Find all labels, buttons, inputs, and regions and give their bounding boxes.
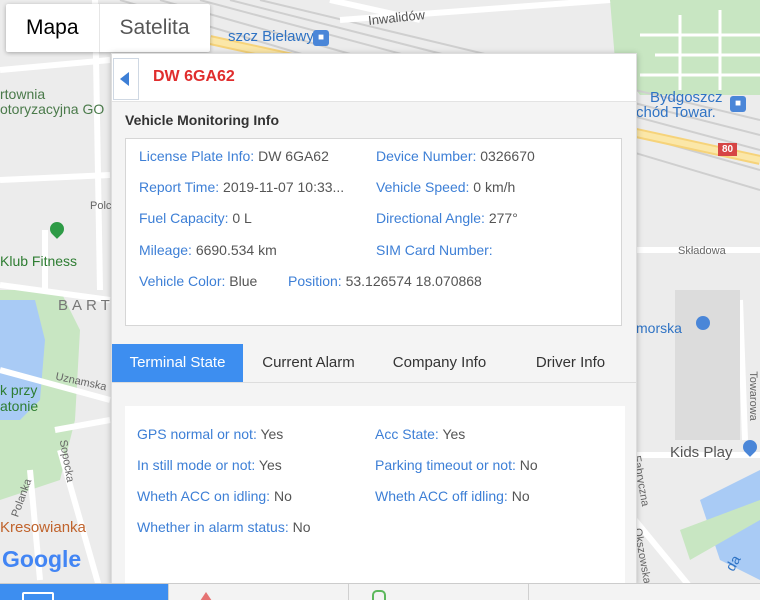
still-mode-field: In still mode or not: Yes [137, 457, 282, 473]
acc-off-idling-field: Wheth ACC off idling: No [375, 488, 530, 504]
fuel-capacity-value: 0 L [232, 210, 252, 226]
map-label-polc: Polc [90, 200, 112, 212]
vehicle-speed-field: Vehicle Speed: 0 km/h [376, 179, 515, 195]
terminal-state-box: GPS normal or not: Yes Acc State: Yes In… [125, 406, 625, 584]
parking-timeout-value: No [519, 457, 538, 473]
tab-driver-info[interactable]: Driver Info [505, 344, 636, 382]
license-plate-value: DW 6GA62 [258, 148, 329, 164]
bottom-toolbar-item[interactable] [168, 584, 349, 600]
sim-card-field: SIM Card Number: [376, 242, 493, 258]
acc-state-value: Yes [442, 426, 466, 442]
position-label: Position: [288, 273, 342, 289]
map-label-skladowa: Składowa [678, 245, 726, 257]
alarm-status-value: No [292, 519, 311, 535]
map-label-kartownia-2: otoryzacyjna GO [0, 101, 105, 117]
panel-header: DW 6GA62 [112, 54, 636, 102]
vehicle-color-label: Vehicle Color: [139, 273, 226, 289]
map-label-bielawy: szcz Bielawy [228, 28, 314, 45]
directional-angle-field: Directional Angle: 277° [376, 210, 518, 226]
parking-timeout-label: Parking timeout or not: [375, 457, 516, 473]
acc-on-idling-value: No [273, 488, 292, 504]
acc-on-idling-label: Wheth ACC on idling: [137, 488, 271, 504]
directional-angle-value: 277° [488, 210, 518, 226]
satellite-view-button[interactable]: Satelita [98, 4, 210, 52]
fuel-capacity-field: Fuel Capacity: 0 L [139, 210, 252, 226]
acc-off-idling-label: Wheth ACC off idling: [375, 488, 508, 504]
report-time-label: Report Time: [139, 179, 220, 195]
map-label-kids-play: Kids Play [670, 444, 733, 461]
mileage-label: Mileage: [139, 242, 192, 258]
map-label-pomorska: morska [636, 320, 682, 336]
license-plate-field: License Plate Info: DW 6GA62 [139, 148, 329, 164]
train-station-icon: ■ [313, 30, 329, 46]
fuel-capacity-label: Fuel Capacity: [139, 210, 229, 226]
gps-status-value: Yes [260, 426, 284, 442]
report-time-field: Report Time: 2019-11-07 10:33... [139, 179, 344, 195]
map-label-park: k przy [0, 382, 38, 398]
map-label-bydgoszcz-towar: chód Towar. [636, 104, 716, 121]
chevron-left-icon [120, 72, 129, 86]
map-label-kresowianka: Kresowianka [0, 519, 86, 536]
vehicle-info-panel: DW 6GA62 Vehicle Monitoring Info License… [111, 53, 637, 585]
mileage-value: 6690.534 km [195, 242, 277, 258]
still-mode-value: Yes [258, 457, 282, 473]
position-field: Position: 53.126574 18.070868 [288, 273, 482, 289]
parking-timeout-field: Parking timeout or not: No [375, 457, 538, 473]
map-label-barti: BART [58, 297, 114, 314]
alarm-status-label: Whether in alarm status: [137, 519, 289, 535]
device-number-field: Device Number: 0326670 [376, 148, 535, 164]
alarm-status-field: Whether in alarm status: No [137, 519, 311, 535]
bottom-toolbar [0, 583, 760, 600]
map-label-park-2: atonie [0, 398, 39, 414]
info-tabs: Terminal State Current Alarm Company Inf… [112, 344, 636, 383]
vehicle-color-value: Blue [229, 273, 258, 289]
device-number-label: Device Number: [376, 148, 477, 164]
map-label-kartownia: rtownia [0, 86, 46, 102]
acc-state-field: Acc State: Yes [375, 426, 465, 442]
vehicle-color-field: Vehicle Color: Blue [139, 273, 257, 289]
device-number-value: 0326670 [480, 148, 535, 164]
acc-off-idling-value: No [511, 488, 530, 504]
position-value: 53.126574 18.070868 [345, 273, 482, 289]
tab-current-alarm[interactable]: Current Alarm [243, 344, 374, 382]
train-station-icon: ■ [730, 96, 746, 112]
section-title: Vehicle Monitoring Info [125, 112, 279, 128]
vehicle-speed-value: 0 km/h [473, 179, 516, 195]
gps-status-label: GPS normal or not: [137, 426, 257, 442]
collapse-panel-button[interactable] [113, 58, 139, 100]
mileage-field: Mileage: 6690.534 km [139, 242, 277, 258]
plate-title: DW 6GA62 [153, 68, 235, 85]
acc-on-idling-field: Wheth ACC on idling: No [137, 488, 292, 504]
road-number-badge: 80 [718, 143, 738, 156]
map-type-control: Mapa Satelita [6, 4, 210, 52]
directional-angle-label: Directional Angle: [376, 210, 485, 226]
tab-company-info[interactable]: Company Info [374, 344, 505, 382]
map-label-towarowa: Towarowa [746, 371, 759, 421]
report-time-value: 2019-11-07 10:33... [223, 179, 345, 195]
vehicle-speed-label: Vehicle Speed: [376, 179, 470, 195]
google-logo-text: Google [2, 546, 82, 572]
acc-state-label: Acc State: [375, 426, 439, 442]
shopping-icon [696, 316, 710, 330]
bottom-toolbar-item[interactable] [0, 584, 169, 600]
still-mode-label: In still mode or not: [137, 457, 256, 473]
monitoring-info-box: License Plate Info: DW 6GA62 Device Numb… [125, 138, 622, 326]
map-view-button[interactable]: Mapa [6, 4, 99, 52]
bottom-toolbar-item[interactable] [348, 584, 529, 600]
gps-status-field: GPS normal or not: Yes [137, 426, 283, 442]
license-plate-label: License Plate Info: [139, 148, 255, 164]
sim-card-label: SIM Card Number: [376, 242, 493, 258]
map-label-klub-fitness: Klub Fitness [0, 253, 78, 269]
google-logo: Google [2, 546, 81, 573]
tab-terminal-state[interactable]: Terminal State [112, 344, 243, 382]
